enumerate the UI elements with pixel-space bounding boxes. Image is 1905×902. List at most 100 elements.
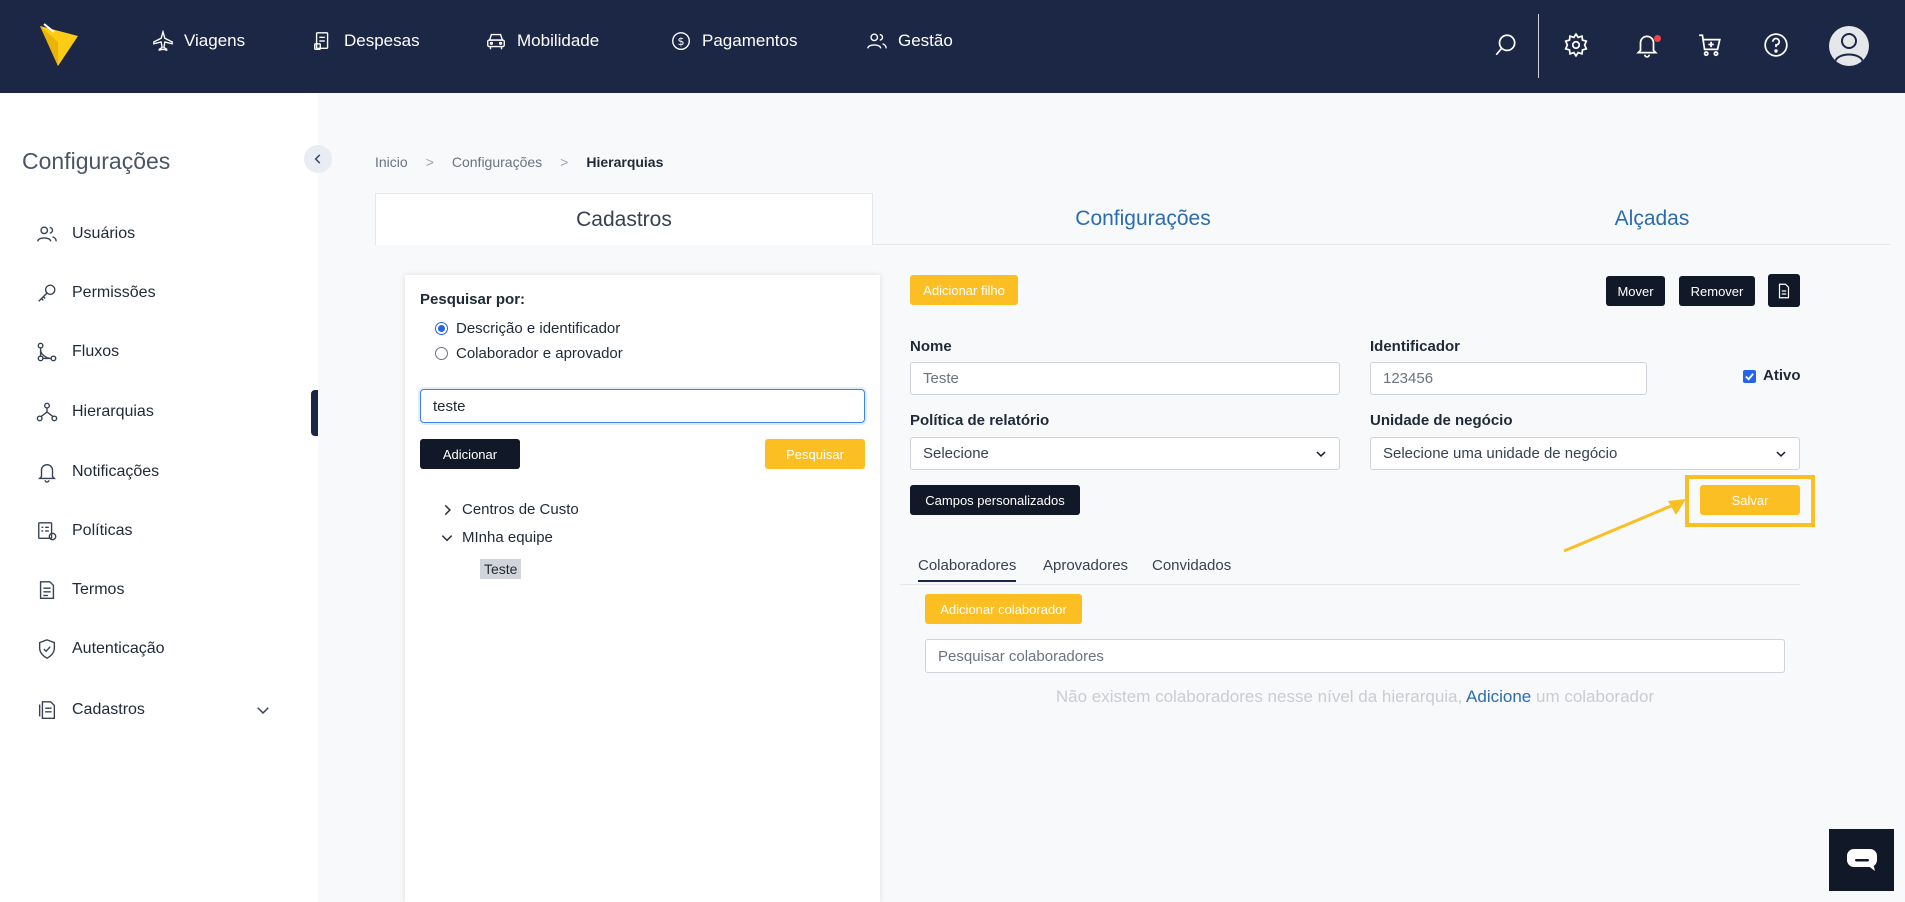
cart-icon[interactable] xyxy=(1697,32,1723,58)
collaborator-search-input[interactable]: Pesquisar colaboradores xyxy=(925,639,1785,673)
nav-mobilidade[interactable]: Mobilidade xyxy=(485,30,599,52)
chevron-down-icon xyxy=(1776,450,1786,457)
sidebar-item-label: Notificações xyxy=(72,463,160,480)
hierarchy-icon xyxy=(36,402,58,422)
nav-gestao[interactable]: Gestão xyxy=(866,30,953,52)
users-icon xyxy=(37,226,57,242)
name-field[interactable]: Teste xyxy=(910,362,1340,395)
sidebar-item-notificacoes[interactable]: Notificações xyxy=(36,461,159,483)
radio-description-identifier[interactable]: Descrição e identificador xyxy=(435,320,620,337)
radio-unchecked[interactable] xyxy=(435,347,448,360)
chat-button[interactable] xyxy=(1829,829,1894,891)
sidebar-item-permissoes[interactable]: Permissões xyxy=(36,282,156,304)
select-value: Selecione xyxy=(923,445,989,462)
sidebar-item-politicas[interactable]: Políticas xyxy=(36,520,132,542)
sidebar-item-label: Permissões xyxy=(72,284,156,301)
report-policy-select[interactable]: Selecione xyxy=(910,437,1340,470)
top-navbar: Viagens Despesas Mobilidade $ Pagamentos… xyxy=(0,0,1905,93)
sidebar-item-label: Cadastros xyxy=(72,701,145,718)
add-child-button[interactable]: Adicionar filho xyxy=(910,275,1018,305)
tree-node-teste[interactable]: Teste xyxy=(480,559,522,579)
chevron-down-icon xyxy=(257,707,269,715)
hierarchy-search-input[interactable] xyxy=(420,389,865,423)
tree-node-label: MInha equipe xyxy=(462,529,553,546)
sidebar-item-termos[interactable]: Termos xyxy=(36,579,124,601)
tab-configuracoes[interactable]: Configurações xyxy=(873,193,1413,245)
tab-cadastros[interactable]: Cadastros xyxy=(375,193,873,245)
avatar[interactable] xyxy=(1829,26,1869,66)
sidebar-item-cadastros[interactable]: Cadastros xyxy=(36,699,276,721)
collaborator-tabs: Colaboradores Aprovadores Convidados xyxy=(900,553,1800,585)
active-checkbox[interactable] xyxy=(1743,370,1756,383)
move-button[interactable]: Mover xyxy=(1606,276,1665,306)
breadcrumb-separator: > xyxy=(560,154,569,170)
subtab-collaborators[interactable]: Colaboradores xyxy=(918,557,1017,582)
policy-icon xyxy=(38,522,57,541)
add-collaborator-link[interactable]: Adicione xyxy=(1466,687,1531,706)
identifier-field[interactable]: 123456 xyxy=(1370,362,1647,395)
nav-pagamentos[interactable]: $ Pagamentos xyxy=(670,30,797,52)
sidebar: Configurações Usuários Permissões Fluxos… xyxy=(0,93,318,902)
sidebar-item-label: Usuários xyxy=(72,225,136,242)
empty-message-prefix: Não existem colaboradores nesse nível da… xyxy=(1055,687,1463,706)
subtab-guests[interactable]: Convidados xyxy=(1152,557,1231,574)
select-value: Selecione uma unidade de negócio xyxy=(1383,445,1618,462)
logo-icon[interactable] xyxy=(40,22,80,68)
key-icon xyxy=(38,284,56,302)
breadcrumb-current: Hierarquias xyxy=(586,154,664,170)
search-button[interactable]: Pesquisar xyxy=(765,439,865,469)
nav-mobilidade-label: Mobilidade xyxy=(517,31,600,50)
annotation-arrow-icon xyxy=(1563,499,1686,553)
dollar-icon: $ xyxy=(672,32,690,50)
help-icon[interactable] xyxy=(1763,32,1789,58)
empty-message-suffix: um colaborador xyxy=(1535,687,1655,706)
nav-divider xyxy=(1538,14,1539,78)
nav-despesas[interactable]: Despesas xyxy=(312,30,420,52)
sidebar-item-label: Hierarquias xyxy=(72,403,154,420)
breadcrumb-section[interactable]: Configurações xyxy=(452,154,542,170)
check-icon xyxy=(1745,373,1754,381)
custom-fields-button[interactable]: Campos personalizados xyxy=(910,485,1080,515)
main-tabs: Cadastros Configurações Alçadas xyxy=(375,193,1890,245)
sidebar-item-fluxos[interactable]: Fluxos xyxy=(36,341,119,363)
breadcrumb-home[interactable]: Inicio xyxy=(375,154,408,170)
shield-icon xyxy=(38,639,56,659)
remove-button[interactable]: Remover xyxy=(1679,276,1755,306)
active-label: Ativo xyxy=(1763,367,1801,384)
tree-node-my-team[interactable]: MInha equipe xyxy=(440,529,553,546)
search-panel: Pesquisar por: Descrição e identificador… xyxy=(405,275,880,902)
sidebar-item-usuarios[interactable]: Usuários xyxy=(36,223,135,245)
business-unit-select[interactable]: Selecione uma unidade de negócio xyxy=(1370,437,1800,470)
sidebar-item-autenticacao[interactable]: Autenticação xyxy=(36,638,165,660)
sidebar-item-hierarquias[interactable]: Hierarquias xyxy=(36,401,154,423)
tab-alcadas[interactable]: Alçadas xyxy=(1413,193,1891,245)
export-document-button[interactable] xyxy=(1768,274,1800,307)
svg-text:$: $ xyxy=(678,35,685,48)
user-avatar-icon xyxy=(1834,33,1864,63)
save-button[interactable]: Salvar xyxy=(1700,485,1800,515)
notification-dot xyxy=(1654,35,1661,42)
add-collaborator-button[interactable]: Adicionar colaborador xyxy=(925,594,1082,624)
plane-icon xyxy=(153,30,173,52)
nav-pagamentos-label: Pagamentos xyxy=(702,31,798,50)
bell-icon xyxy=(38,464,56,483)
radio-checked[interactable] xyxy=(435,322,448,335)
search-icon[interactable] xyxy=(1493,32,1519,58)
nav-gestao-label: Gestão xyxy=(898,31,953,50)
breadcrumb: Inicio > Configurações > Hierarquias xyxy=(375,154,663,170)
sidebar-title: Configurações xyxy=(22,148,171,174)
radio-collaborator-approver[interactable]: Colaborador e aprovador xyxy=(435,345,623,362)
document-icon xyxy=(39,581,55,599)
subtab-approvers[interactable]: Aprovadores xyxy=(1043,557,1128,574)
sidebar-collapse-button[interactable] xyxy=(304,145,332,173)
nav-viagens[interactable]: Viagens xyxy=(152,30,245,52)
gear-icon[interactable] xyxy=(1563,32,1589,58)
chevron-down-icon xyxy=(441,534,453,541)
add-button[interactable]: Adicionar xyxy=(420,439,520,469)
file-icon xyxy=(1778,283,1790,298)
sidebar-item-label: Termos xyxy=(72,581,125,598)
chevron-down-icon xyxy=(1316,450,1326,457)
search-by-label: Pesquisar por: xyxy=(420,291,526,308)
register-icon xyxy=(38,701,56,719)
tree-node-cost-centers[interactable]: Centros de Custo xyxy=(440,501,579,518)
